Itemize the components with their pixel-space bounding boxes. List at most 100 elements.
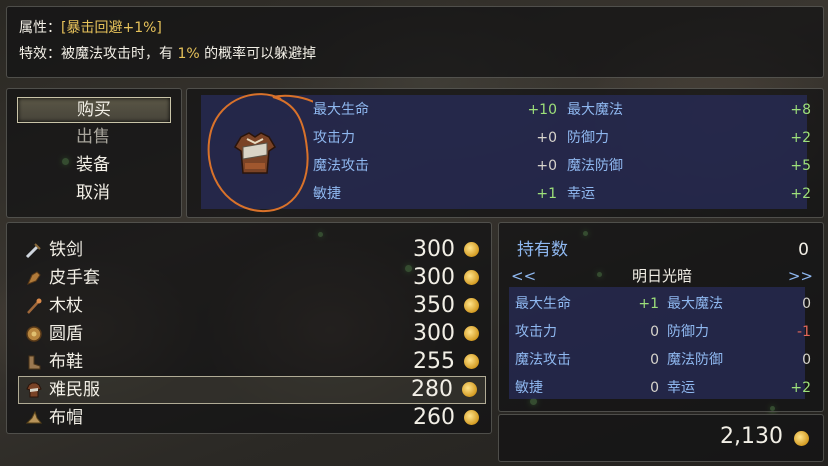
actor-stat-row: 最大魔法 0 [667,291,811,317]
item-price: 260 [413,405,455,430]
buy-command[interactable]: 购买 [17,97,171,123]
gold-coin-icon [794,431,809,446]
stat-value: +2 [790,186,811,202]
item-price: 300 [413,237,455,262]
gold-coin-icon [462,382,477,397]
shop-item-refugee-clothes[interactable]: 难民服 280 [18,376,486,404]
actor-stat-row: 幸运 +2 [667,375,811,401]
gold-coin-icon [464,354,479,369]
preview-stat-row: 魔法防御 +5 [567,153,811,179]
stat-value: 0 [802,352,811,368]
item-name: 布帽 [49,408,83,428]
attribute-value: [暴击回避+1%] [61,20,162,36]
item-name: 皮手套 [49,268,100,288]
stat-value: +1 [536,186,557,202]
stat-value: 0 [650,324,659,340]
owned-value: 0 [798,240,809,260]
gold-coin-icon [464,326,479,341]
actor-comparison-window: 持有数 0 << 明日光暗 >> 最大生命 +1 最大魔法 0 攻击力 0 防御… [498,222,824,412]
gold-coin-icon [464,410,479,425]
owned-label: 持有数 [517,240,568,260]
staff-icon [27,298,42,314]
actor-stat-row: 防御力 -1 [667,319,811,345]
stat-value: +8 [790,102,811,118]
actor-stat-row: 魔法攻击 0 [515,347,659,373]
stat-value: +2 [790,380,811,396]
item-name: 铁剑 [49,240,83,260]
preview-stat-row: 攻击力 +0 [313,125,557,151]
stat-label: 最大魔法 [667,296,723,312]
command-window: 购买 出售 装备 取消 [6,88,182,218]
effect-text-pre: 被魔法攻击时，有 [61,46,178,62]
item-name: 布鞋 [49,352,83,372]
next-actor-arrow[interactable]: >> [788,263,813,289]
stat-label: 最大生命 [515,296,571,312]
cancel-command[interactable]: 取消 [17,181,169,205]
stat-label: 敏捷 [515,380,543,396]
item-name: 难民服 [49,380,100,400]
gold-coin-icon [464,270,479,285]
tunic-armor-icon [233,132,277,174]
round-shield-icon [26,326,42,342]
stat-label: 攻击力 [313,130,355,146]
stat-label: 防御力 [667,324,709,340]
item-preview-window: 最大生命 +10 最大魔法 +8 攻击力 +0 防御力 +2 魔法攻击 +0 魔… [186,88,824,218]
stat-label: 魔法防御 [667,352,723,368]
effect-text-post: 的概率可以躲避掉 [199,46,317,62]
stat-value: +2 [790,130,811,146]
stat-label: 魔法攻击 [515,352,571,368]
item-price: 280 [411,377,453,402]
preview-stat-row: 幸运 +2 [567,181,811,207]
stat-value: 0 [802,296,811,312]
shop-item-wooden-staff[interactable]: 木杖 350 [19,293,487,319]
stat-value: -1 [797,324,811,340]
item-price: 300 [413,265,455,290]
item-name: 木杖 [49,296,83,316]
actor-stat-row: 魔法防御 0 [667,347,811,373]
actor-stat-row: 最大生命 +1 [515,291,659,317]
sword-icon [25,243,41,259]
gold-coin-icon [464,242,479,257]
preview-stat-row: 防御力 +2 [567,125,811,151]
effect-percent: 1% [177,46,200,62]
gold-window: 2,130 [498,414,824,462]
shop-item-round-shield[interactable]: 圆盾 300 [19,321,487,347]
stat-label: 攻击力 [515,324,557,340]
shop-item-iron-sword[interactable]: 铁剑 300 [19,237,487,263]
preview-stat-row: 最大生命 +10 [313,97,557,123]
actor-name: 明日光暗 [631,267,692,285]
actor-stat-row: 敏捷 0 [515,375,659,401]
stat-label: 幸运 [667,380,695,396]
shop-item-cloth-hat[interactable]: 布帽 260 [19,405,487,431]
stat-value: +10 [527,102,557,118]
actor-stat-row: 攻击力 0 [515,319,659,345]
preview-stat-row: 魔法攻击 +0 [313,153,557,179]
equip-command[interactable]: 装备 [17,153,169,177]
preview-stat-row: 敏捷 +1 [313,181,557,207]
sell-command[interactable]: 出售 [17,125,169,149]
stat-value: +5 [790,158,811,174]
effect-label: 特效： [19,46,61,62]
shop-item-leather-gloves[interactable]: 皮手套 300 [19,265,487,291]
stat-label: 敏捷 [313,186,341,202]
effect-line: 特效：被魔法攻击时，有 1% 的概率可以躲避掉 [19,43,316,63]
hat-icon [25,410,43,424]
tunic-armor-icon [26,382,42,398]
stat-value: +0 [536,158,557,174]
shop-item-cloth-shoes[interactable]: 布鞋 255 [19,349,487,375]
stat-label: 魔法防御 [567,158,623,174]
attribute-line: 属性：[暴击回避+1%] [19,17,162,37]
stat-value: +1 [638,296,659,312]
gold-coin-icon [464,298,479,313]
stat-label: 防御力 [567,130,609,146]
stat-label: 最大魔法 [567,102,623,118]
actor-switch-row: << 明日光暗 >> [511,263,813,289]
item-name: 圆盾 [49,324,83,344]
help-window: 属性：[暴击回避+1%] 特效：被魔法攻击时，有 1% 的概率可以躲避掉 [6,6,824,78]
stat-label: 最大生命 [313,102,369,118]
preview-stat-row: 最大魔法 +8 [567,97,811,123]
stat-value: 0 [650,380,659,396]
item-price: 255 [413,349,455,374]
gold-amount: 2,130 [720,424,783,449]
stat-label: 魔法攻击 [313,158,369,174]
